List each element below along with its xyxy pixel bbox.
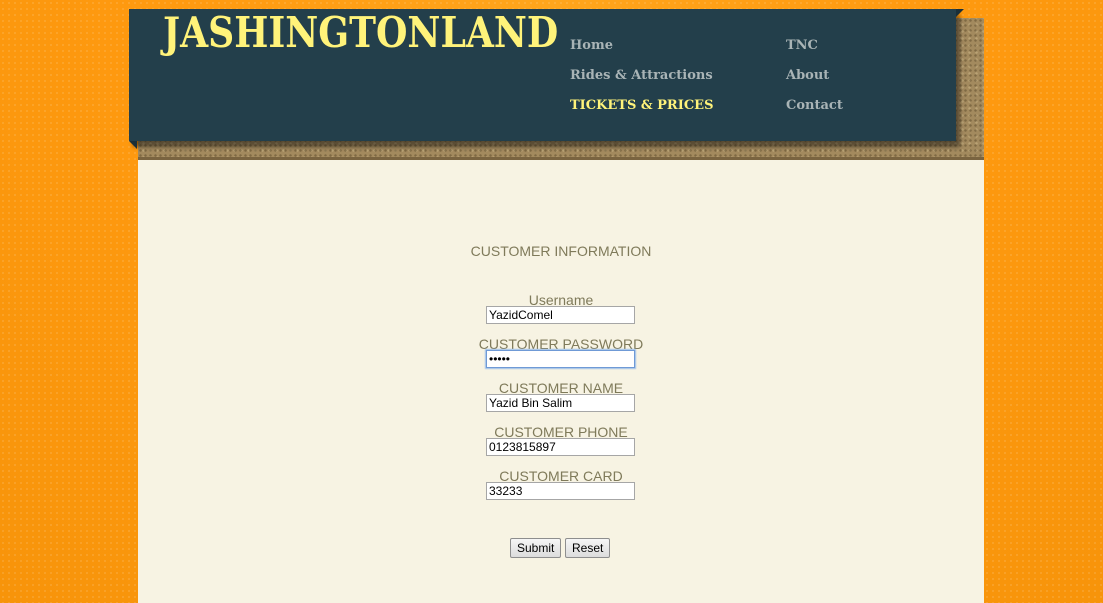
phone-input[interactable] (486, 438, 635, 456)
nav-rides-link[interactable]: Rides & Attractions (570, 68, 713, 83)
submit-button[interactable]: Submit (510, 538, 562, 558)
username-input[interactable] (486, 306, 635, 324)
nav-tickets-link[interactable]: TICKETS & PRICES (570, 98, 713, 113)
site-header: JASHINGTONLAND Home Rides & Attractions … (129, 9, 964, 149)
name-input[interactable] (486, 394, 635, 412)
site-logo[interactable]: JASHINGTONLAND (163, 9, 558, 57)
nav-tnc-link[interactable]: TNC (786, 38, 818, 53)
nav-contact-link[interactable]: Contact (786, 98, 843, 113)
form-title: CUSTOMER INFORMATION (470, 243, 652, 259)
nav-about-link[interactable]: About (786, 68, 829, 83)
nav-home-link[interactable]: Home (570, 38, 613, 53)
content-area: CUSTOMER INFORMATION Username CUSTOMER P… (138, 160, 984, 603)
reset-button[interactable]: Reset (565, 538, 611, 558)
password-input[interactable] (486, 350, 635, 368)
card-input[interactable] (486, 482, 635, 500)
